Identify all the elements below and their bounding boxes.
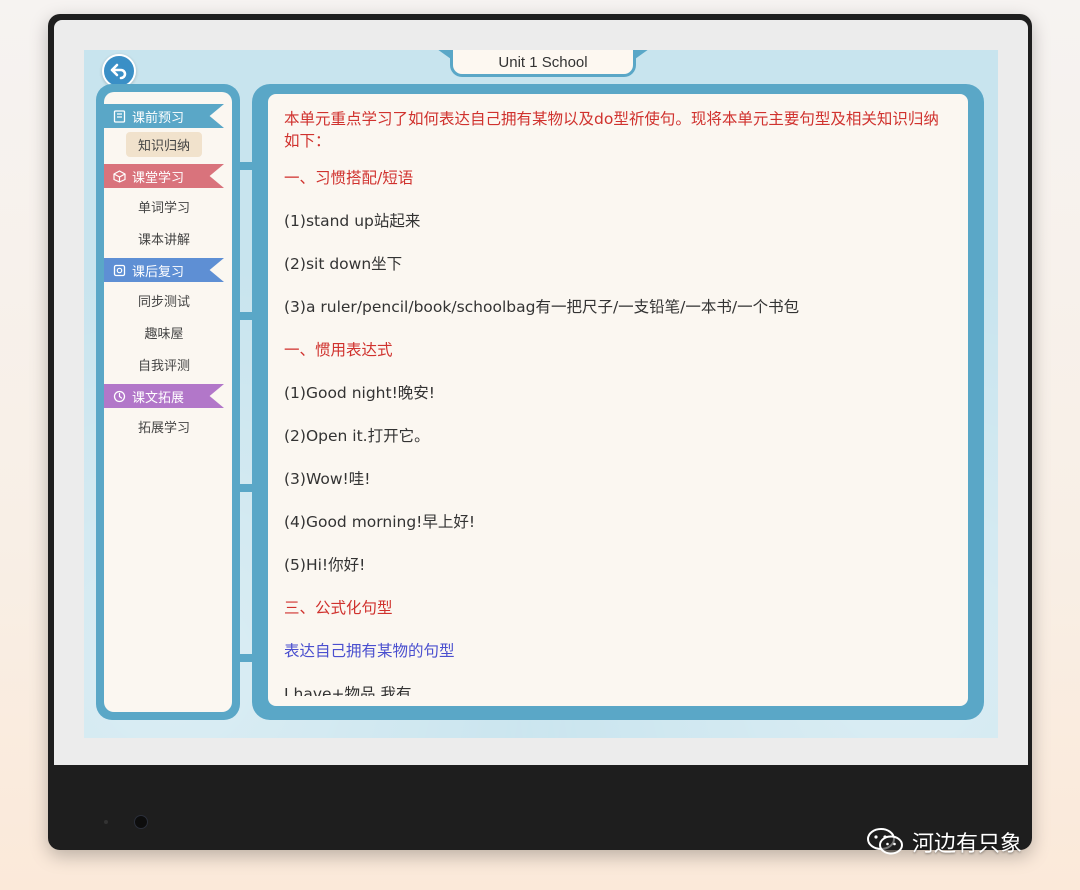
sidebar-item-self-assessment[interactable]: 自我评测 [104, 348, 224, 380]
clock-icon [112, 389, 126, 403]
sidebar-item-label: 自我评测 [137, 358, 190, 374]
phrase-item: (3)a ruler/pencil/book/schoolbag有一把尺子/一支… [284, 298, 800, 316]
section-header-extension[interactable]: 课文拓展 [104, 384, 224, 408]
sidebar-frame: 课前预习 知识归纳 课堂学习 单词学习 课本讲解 课后复习 同步测试 趣味屋 自… [96, 84, 240, 720]
sidebar-item-label: 课本讲解 [137, 232, 190, 248]
app-screen: Unit 1 School 课前预习 知识归纳 课堂学习 单词学习 课本讲解 课… [84, 50, 998, 738]
section-title: 课后复习 [132, 264, 185, 280]
clipped-sentence: I have+物品.我有 [284, 685, 412, 696]
sidebar-item-sync-test[interactable]: 同步测试 [104, 284, 224, 316]
sidebar-item-label: 趣味屋 [144, 326, 184, 342]
phrase-item: (1)stand up站起来 [284, 212, 421, 230]
section-header-review[interactable]: 课后复习 [104, 258, 224, 282]
section-title: 课堂学习 [132, 170, 185, 186]
expression-item: (2)Open it.打开它。 [284, 427, 430, 445]
sub-heading: 表达自己拥有某物的句型 [284, 642, 455, 660]
sidebar-item-word-study[interactable]: 单词学习 [104, 190, 224, 222]
section-title: 课前预习 [132, 110, 185, 126]
unit-title-tab: Unit 1 School [450, 50, 636, 77]
section-header-classroom[interactable]: 课堂学习 [104, 164, 224, 188]
sidebar-item-label: 同步测试 [137, 294, 190, 310]
sidebar-item-fun-house[interactable]: 趣味屋 [104, 316, 224, 348]
section-heading: 一、习惯搭配/短语 [284, 169, 414, 187]
unit-title: Unit 1 School [498, 53, 588, 71]
content-panel[interactable]: 本单元重点学习了如何表达自己拥有某物以及do型祈使句。现将本单元主要句型及相关知… [268, 94, 968, 706]
expression-item: (3)Wow!哇! [284, 470, 371, 488]
expression-item: (5)Hi!你好! [284, 556, 366, 574]
watermark-text: 河边有只象 [912, 832, 1023, 857]
sidebar: 课前预习 知识归纳 课堂学习 单词学习 课本讲解 课后复习 同步测试 趣味屋 自… [104, 92, 232, 712]
sidebar-item-label: 拓展学习 [137, 420, 190, 436]
sidebar-item-label: 知识归纳 [125, 131, 202, 157]
front-camera [134, 815, 148, 829]
light-sensor [104, 820, 108, 824]
sidebar-item-knowledge-summary[interactable]: 知识归纳 [104, 128, 224, 160]
watermark: 河边有只象 [866, 826, 1022, 858]
sidebar-item-label: 单词学习 [137, 200, 190, 216]
back-arrow-icon [110, 63, 127, 80]
content-frame: 本单元重点学习了如何表达自己拥有某物以及do型祈使句。现将本单元主要句型及相关知… [252, 84, 984, 720]
expression-item: (1)Good night!晚安! [284, 384, 435, 402]
review-icon [112, 263, 126, 277]
expression-item: (4)Good morning!早上好! [284, 513, 476, 531]
section-heading: 一、惯用表达式 [284, 341, 393, 359]
sidebar-item-extended-study[interactable]: 拓展学习 [104, 410, 224, 442]
section-title: 课文拓展 [132, 390, 185, 406]
section-header-preview[interactable]: 课前预习 [104, 104, 224, 128]
intro-text: 本单元重点学习了如何表达自己拥有某物以及do型祈使句。现将本单元主要句型及相关知… [284, 110, 939, 150]
phrase-item: (2)sit down坐下 [284, 255, 403, 273]
wechat-icon [867, 828, 903, 855]
sidebar-item-textbook[interactable]: 课本讲解 [104, 222, 224, 254]
back-button[interactable] [102, 54, 136, 88]
notebook-icon [112, 109, 126, 123]
cube-icon [112, 169, 126, 183]
section-heading: 三、公式化句型 [284, 599, 393, 617]
